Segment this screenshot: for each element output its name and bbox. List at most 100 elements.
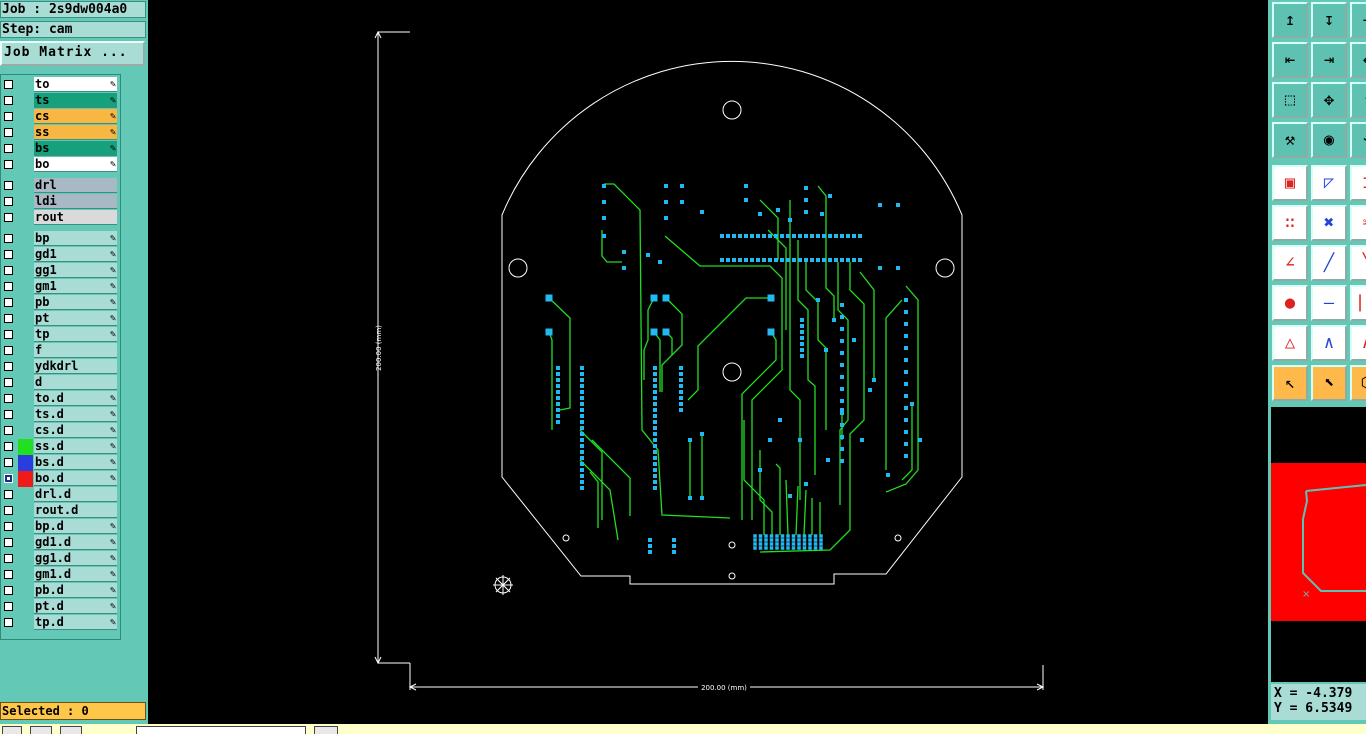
- select-area-tool-button[interactable]: ◸: [1311, 165, 1347, 201]
- arrow-left-tool-button[interactable]: ←: [1350, 42, 1366, 78]
- layer-row-ldi[interactable]: ldi: [1, 194, 119, 210]
- layer-checkbox[interactable]: [4, 197, 13, 206]
- graphic-canvas[interactable]: 200.00 (mm) 200.00 (mm): [148, 0, 1268, 724]
- layer-row-gm1-d[interactable]: gm1.d ✎: [1, 567, 119, 583]
- measure-tool-button[interactable]: ⌶: [1350, 165, 1366, 201]
- layer-checkbox[interactable]: [4, 618, 13, 627]
- probe-tool-button[interactable]: ◉: [1311, 122, 1347, 158]
- layer-name[interactable]: gg1: [34, 263, 117, 278]
- layer-checkbox[interactable]: [4, 234, 13, 243]
- arrow-up-tool-button[interactable]: ↑: [1350, 82, 1366, 118]
- pointer-box-tool-button[interactable]: ⬉: [1311, 365, 1347, 401]
- peak-alt-tool-button[interactable]: Λ: [1350, 325, 1366, 361]
- layer-name[interactable]: gm1.d: [34, 567, 117, 582]
- layer-checkbox[interactable]: [4, 250, 13, 259]
- layer-row-bo[interactable]: bo ✎: [1, 157, 119, 173]
- layer-name[interactable]: pb: [34, 295, 117, 310]
- layer-name[interactable]: rout: [34, 210, 117, 225]
- layer-checkbox[interactable]: [4, 128, 13, 137]
- layer-name[interactable]: bo: [34, 157, 117, 172]
- layer-name[interactable]: ydkdrl: [34, 359, 117, 374]
- layer-checkbox[interactable]: [4, 266, 13, 275]
- layer-checkbox[interactable]: [4, 522, 13, 531]
- layer-name[interactable]: drl: [34, 178, 117, 193]
- snap-right-tool-button[interactable]: ⇥: [1311, 42, 1347, 78]
- layer-checkbox[interactable]: [4, 330, 13, 339]
- layer-row-bs-d[interactable]: bs.d ✎: [1, 455, 119, 471]
- select-pad-tool-button[interactable]: ▣: [1272, 165, 1308, 201]
- layer-row-tp-d[interactable]: tp.d ✎: [1, 615, 119, 631]
- layer-row-rout[interactable]: rout: [1, 210, 119, 226]
- layer-checkbox[interactable]: [4, 181, 13, 190]
- layer-checkbox[interactable]: [4, 554, 13, 563]
- layer-checkbox[interactable]: [4, 458, 13, 467]
- bottom-button[interactable]: [2, 726, 22, 734]
- snap-left-tool-button[interactable]: ⇤: [1272, 42, 1308, 78]
- layer-name[interactable]: bs: [34, 141, 117, 156]
- layer-name[interactable]: tp: [34, 327, 117, 342]
- layer-checkbox[interactable]: [4, 602, 13, 611]
- layer-name[interactable]: rout.d: [34, 503, 117, 518]
- layer-name[interactable]: ldi: [34, 194, 117, 209]
- move-down-tool-button[interactable]: ↧: [1311, 2, 1347, 38]
- layer-row-bp-d[interactable]: bp.d ✎: [1, 519, 119, 535]
- layer-row-to[interactable]: to ✎: [1, 77, 119, 93]
- layer-checkbox[interactable]: [4, 362, 13, 371]
- layer-row-tp[interactable]: tp ✎: [1, 327, 119, 343]
- layer-checkbox[interactable]: [4, 96, 13, 105]
- layer-name[interactable]: bo.d: [34, 471, 117, 486]
- layer-row-d[interactable]: d: [1, 375, 119, 391]
- layer-row-cs[interactable]: cs ✎: [1, 109, 119, 125]
- layer-row-pb[interactable]: pb ✎: [1, 295, 119, 311]
- layer-row-cs-d[interactable]: cs.d ✎: [1, 423, 119, 439]
- layer-name[interactable]: gm1: [34, 279, 117, 294]
- layer-name[interactable]: cs.d: [34, 423, 117, 438]
- layer-name[interactable]: to: [34, 77, 117, 92]
- add-pad-tool-button[interactable]: ●: [1272, 285, 1308, 321]
- layer-row-bs[interactable]: bs ✎: [1, 141, 119, 157]
- layer-checkbox[interactable]: [4, 570, 13, 579]
- layer-checkbox[interactable]: [4, 314, 13, 323]
- shape-tool-button[interactable]: ⬡: [1350, 365, 1366, 401]
- bottom-input[interactable]: [136, 726, 306, 734]
- layer-checkbox[interactable]: [4, 506, 13, 515]
- cut-tool-button[interactable]: ✂: [1350, 205, 1366, 241]
- line-alt-tool-button[interactable]: ╲: [1350, 245, 1366, 281]
- layer-row-pt-d[interactable]: pt.d ✎: [1, 599, 119, 615]
- layer-checkbox[interactable]: [4, 538, 13, 547]
- layer-name[interactable]: gd1: [34, 247, 117, 262]
- pointer-tool-button[interactable]: ↖: [1272, 365, 1308, 401]
- layer-checkbox[interactable]: [4, 213, 13, 222]
- job-matrix-button[interactable]: Job Matrix ...: [0, 41, 145, 66]
- layer-row-ts-d[interactable]: ts.d ✎: [1, 407, 119, 423]
- layer-row-ss[interactable]: ss ✎: [1, 125, 119, 141]
- layer-name[interactable]: ts: [34, 93, 117, 108]
- layer-name[interactable]: cs: [34, 109, 117, 124]
- net-tool-button[interactable]: ⌁: [1350, 122, 1366, 158]
- layer-row-ydkdrl[interactable]: ydkdrl: [1, 359, 119, 375]
- layer-row-to-d[interactable]: to.d ✎: [1, 391, 119, 407]
- layer-checkbox[interactable]: [4, 160, 13, 169]
- layer-name[interactable]: tp.d: [34, 615, 117, 630]
- tools-palette-tool-button[interactable]: ⚒: [1272, 122, 1308, 158]
- pan-tool-button[interactable]: ✥: [1311, 82, 1347, 118]
- bottom-button[interactable]: [60, 726, 82, 734]
- overview-map[interactable]: ×: [1271, 463, 1366, 621]
- arrow-right-tool-button[interactable]: →: [1350, 2, 1366, 38]
- layer-checkbox[interactable]: [4, 442, 13, 451]
- layer-row-gm1[interactable]: gm1 ✎: [1, 279, 119, 295]
- h-line-tool-button[interactable]: ―: [1311, 285, 1347, 321]
- layer-checkbox[interactable]: [4, 378, 13, 387]
- layer-checkbox[interactable]: [4, 298, 13, 307]
- layer-checkbox[interactable]: [4, 394, 13, 403]
- layer-name[interactable]: pt.d: [34, 599, 117, 614]
- cross-tool-button[interactable]: ✖: [1311, 205, 1347, 241]
- line-tool-button[interactable]: ╱: [1311, 245, 1347, 281]
- layer-name[interactable]: pb.d: [34, 583, 117, 598]
- layer-row-rout-d[interactable]: rout.d: [1, 503, 119, 519]
- layer-name[interactable]: bp: [34, 231, 117, 246]
- layer-checkbox[interactable]: [4, 80, 13, 89]
- layer-checkbox[interactable]: [4, 426, 13, 435]
- layer-name[interactable]: d: [34, 375, 117, 390]
- layer-checkbox[interactable]: [4, 112, 13, 121]
